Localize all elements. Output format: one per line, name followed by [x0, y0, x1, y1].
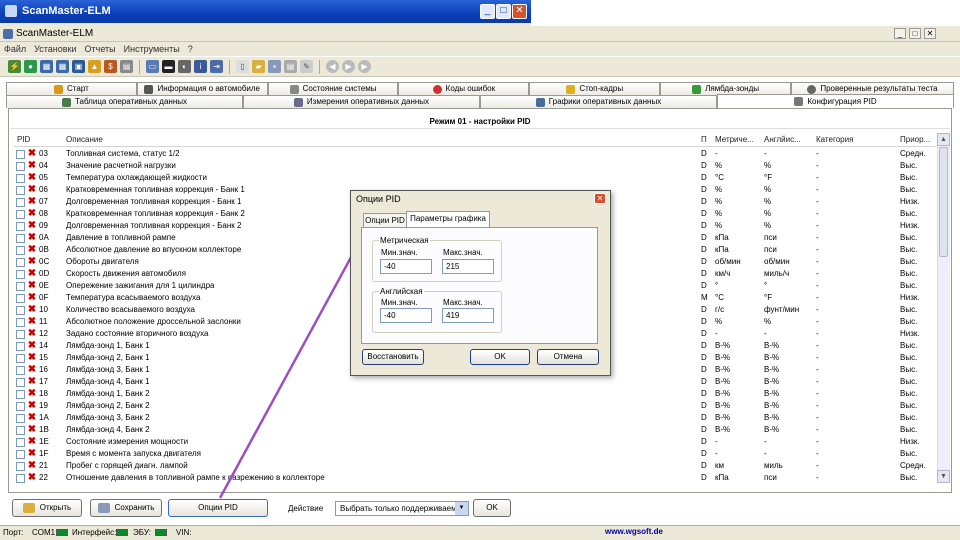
english-min-input[interactable]: -40 [380, 308, 432, 323]
dialog-close-button[interactable]: ✕ [594, 193, 606, 204]
metric-min-input[interactable]: -40 [380, 259, 432, 274]
english-max-input[interactable]: 419 [442, 308, 494, 323]
english-group-label: Английская [379, 287, 424, 296]
dialog-tab-graph-params[interactable]: Параметры графика [406, 211, 490, 227]
metric-max-label: Макс.знач. [443, 248, 483, 257]
restore-button[interactable]: Восстановить [362, 349, 424, 365]
dialog-tab-pid-options[interactable]: Опции PID [363, 213, 407, 227]
english-max-label: Макс.знач. [443, 298, 483, 307]
metric-group-label: Метрическая [379, 236, 430, 245]
dialog-title[interactable]: Опции PID [354, 192, 607, 206]
metric-max-input[interactable]: 215 [442, 259, 494, 274]
arrow-shaft [218, 225, 370, 499]
english-min-label: Мин.знач. [381, 298, 418, 307]
dialog-ok-button[interactable]: OK [470, 349, 530, 365]
metric-min-label: Мин.знач. [381, 248, 418, 257]
dialog-cancel-button[interactable]: Отмена [537, 349, 599, 365]
